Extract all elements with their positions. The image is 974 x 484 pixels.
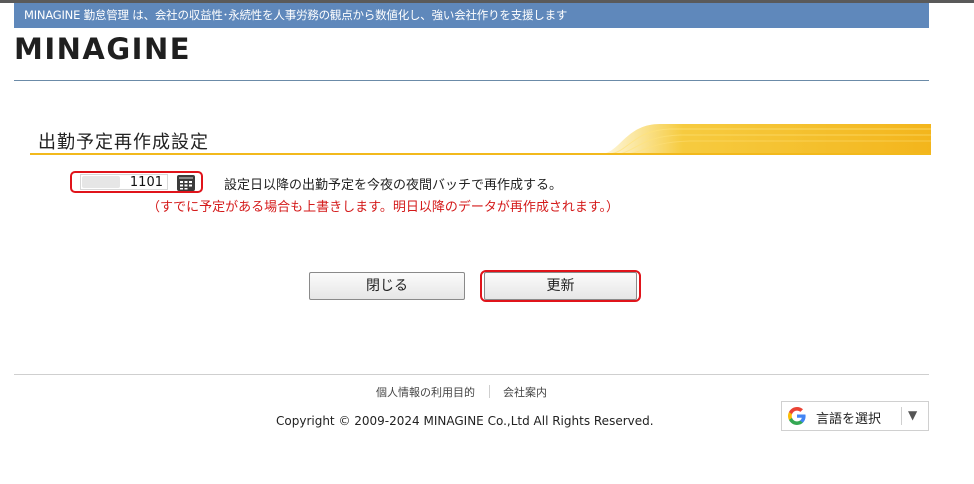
footer-link-separator [488, 385, 490, 398]
tagline-text: MINAGINE 勤怠管理 は、会社の収益性･永続性を人事労務の観点から数値化し… [24, 8, 568, 22]
header-divider [14, 80, 929, 81]
update-button[interactable]: 更新 [484, 272, 637, 300]
calendar-icon [177, 175, 195, 191]
language-select-divider [901, 407, 902, 425]
footer-divider [14, 374, 929, 375]
dropdown-arrow-icon: ▼ [908, 408, 918, 422]
page-title: 出勤予定再作成設定 [38, 132, 209, 153]
calendar-button[interactable] [175, 175, 197, 191]
footer-links: 個人情報の利用目的 会社案内 [376, 384, 547, 400]
overwrite-warning: （すでに予定がある場合も上書きします。明日以降のデータが再作成されます。） [147, 200, 620, 215]
date-input-redacted-part [82, 176, 120, 188]
language-select[interactable]: 言語を選択 ▼ [781, 401, 929, 431]
close-button[interactable]: 閉じる [309, 272, 465, 300]
section-underline [30, 153, 931, 155]
language-select-label: 言語を選択 [816, 412, 882, 427]
date-picker-highlight: 1101 [70, 171, 203, 193]
privacy-purpose-link[interactable]: 個人情報の利用目的 [376, 386, 475, 399]
date-input-value: 1101 [129, 175, 163, 190]
minagine-logo: MINAGINE [14, 32, 192, 66]
tagline-bar: MINAGINE 勤怠管理 は、会社の収益性･永続性を人事労務の観点から数値化し… [14, 3, 929, 28]
recreate-description: 設定日以降の出勤予定を今夜の夜間バッチで再作成する。 [224, 178, 563, 193]
section-swoosh-decoration [600, 124, 931, 154]
copyright-text: Copyright © 2009-2024 MINAGINE Co.,Ltd A… [276, 414, 654, 428]
google-icon [788, 407, 806, 425]
section-header: 出勤予定再作成設定 [30, 124, 931, 156]
company-info-link[interactable]: 会社案内 [503, 386, 547, 399]
